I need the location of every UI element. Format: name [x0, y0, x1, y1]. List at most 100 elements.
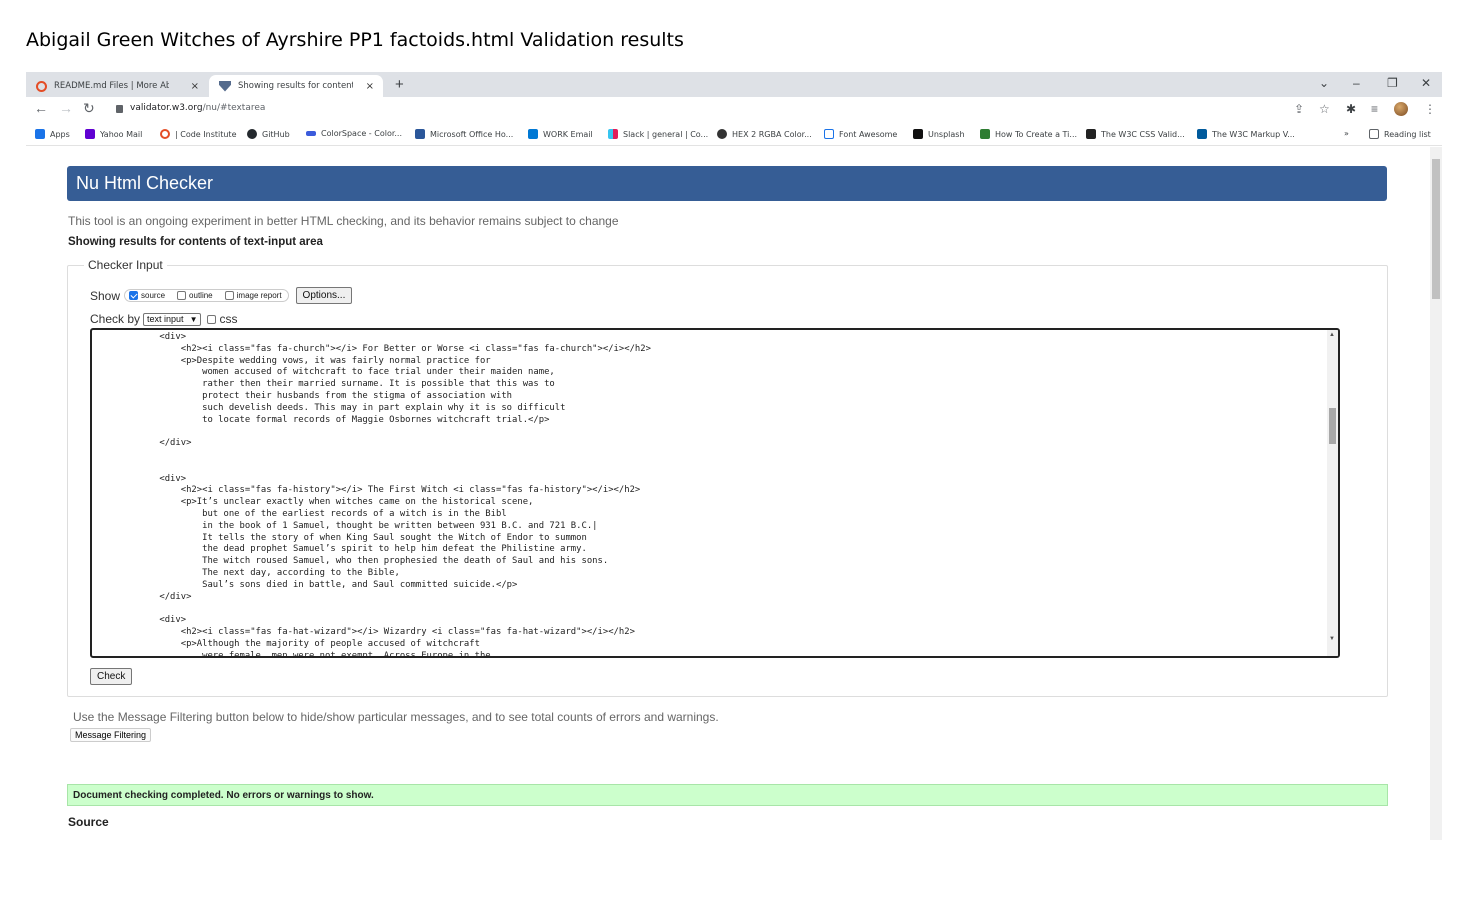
browser-window: README.md Files | More About C × Showing… — [26, 72, 1442, 840]
success-message: Document checking completed. No errors o… — [67, 784, 1388, 806]
show-options-row: Show source outline image report Options… — [90, 287, 353, 304]
bookmark-apps[interactable]: Apps — [35, 129, 70, 139]
page-scroll-thumb[interactable] — [1432, 159, 1440, 299]
bookmark-label: Unsplash — [928, 129, 965, 139]
message-filtering-button[interactable]: Message Filtering — [70, 728, 152, 742]
bookmark-colorspace[interactable]: ColorSpace - Color... — [306, 129, 402, 138]
bookmark-label: ColorSpace - Color... — [321, 129, 403, 138]
bookmark-label: | Code Institute — [175, 129, 237, 139]
bookmark-font-awesome[interactable]: Font Awesome — [824, 129, 897, 139]
source-code[interactable]: <div> <h2><i class="fas fa-church"></i> … — [92, 330, 1338, 656]
show-image-report-option[interactable]: image report — [224, 291, 282, 300]
bookmark-label: Slack | general | Co... — [623, 129, 709, 139]
page-content: Nu Html Checker This tool is an ongoing … — [26, 147, 1442, 840]
tab-search-chevron-icon[interactable]: ⌄ — [1319, 76, 1329, 90]
scroll-down-icon[interactable]: ▼ — [1329, 636, 1335, 642]
intro-text: This tool is an ongoing experiment in be… — [68, 214, 619, 228]
fieldset-legend: Checker Input — [84, 258, 167, 272]
bookmark-unsplash[interactable]: Unsplash — [913, 129, 965, 139]
bookmark-github[interactable]: GitHub — [247, 129, 290, 139]
share-icon[interactable]: ⇪ — [1294, 102, 1304, 116]
textarea-scrollbar[interactable]: ▲ ▼ — [1327, 330, 1338, 656]
close-window-button[interactable]: ✕ — [1421, 76, 1431, 90]
bookmark-label: Apps — [50, 129, 70, 139]
font-awesome-flag-icon — [824, 129, 834, 139]
bookmark-label: The W3C CSS Valid... — [1101, 129, 1185, 139]
reading-list-button[interactable]: Reading list — [1369, 129, 1431, 139]
scroll-up-icon[interactable]: ▲ — [1329, 332, 1335, 338]
bookmark-w3c-markup[interactable]: The W3C Markup V... — [1197, 129, 1295, 139]
code-institute-icon — [160, 129, 170, 139]
bookmark-w3c-css[interactable]: The W3C CSS Valid... — [1086, 129, 1185, 139]
bookmark-how-to-create[interactable]: How To Create a Ti... — [980, 129, 1077, 139]
outline-checkbox[interactable] — [177, 291, 187, 300]
reload-button[interactable]: ↻ — [83, 100, 95, 117]
show-source-option[interactable]: source — [129, 291, 165, 300]
colorspace-icon — [306, 131, 316, 136]
check-button[interactable]: Check — [90, 668, 133, 685]
hex-rgba-icon — [717, 129, 727, 139]
bookmark-microsoft-office[interactable]: Microsoft Office Ho... — [415, 129, 513, 139]
bookmark-work-email[interactable]: WORK Email — [528, 129, 593, 139]
reading-list-icon — [1369, 129, 1379, 139]
bookmark-label: The W3C Markup V... — [1212, 129, 1295, 139]
bookmark-label: HEX 2 RGBA Color... — [732, 129, 812, 139]
image-report-checkbox[interactable] — [224, 291, 234, 300]
back-button[interactable]: ← — [34, 100, 48, 116]
tab-readme[interactable]: README.md Files | More About C × — [26, 75, 208, 97]
office-icon — [415, 129, 425, 139]
bookmark-label: Font Awesome — [839, 129, 898, 139]
show-options-group: source outline image report — [124, 289, 289, 302]
w3-icon — [1197, 129, 1207, 139]
source-textarea[interactable]: <div> <h2><i class="fas fa-church"></i> … — [90, 328, 1340, 658]
option-label: image report — [236, 291, 282, 300]
textarea-scroll-thumb[interactable] — [1329, 408, 1336, 444]
show-outline-option[interactable]: outline — [177, 291, 213, 300]
css-label: css — [219, 312, 238, 326]
mail-icon — [85, 129, 95, 139]
document-title: Abigail Green Witches of Ayrshire PP1 fa… — [26, 29, 684, 51]
tab-validator[interactable]: Showing results for contents of t × — [209, 75, 383, 97]
check-by-row: Check by text input ▼ css — [90, 312, 237, 326]
url-path: /nu/#textarea — [202, 103, 266, 113]
address-bar[interactable]: validator.w3.org/nu/#textarea — [130, 103, 265, 113]
checker-input-fieldset: Checker Input Show source outline image … — [67, 258, 1388, 697]
page-scrollbar[interactable] — [1430, 147, 1442, 840]
css-checkbox[interactable] — [207, 314, 217, 324]
select-value: text input — [147, 314, 184, 324]
bookmarks-bar: Apps Yahoo Mail | Code Institute GitHub … — [26, 122, 1442, 146]
source-checkbox[interactable] — [129, 291, 139, 300]
code-institute-icon — [36, 80, 47, 92]
tab-title: Showing results for contents of t — [238, 81, 353, 91]
options-button[interactable]: Options... — [295, 287, 353, 304]
close-icon[interactable]: × — [191, 81, 199, 92]
restore-button[interactable]: ❐ — [1387, 76, 1398, 90]
bookmark-slack[interactable]: Slack | general | Co... — [608, 129, 708, 139]
bookmarks-more-button[interactable]: » — [1344, 129, 1349, 138]
show-label: Show — [90, 288, 121, 303]
extensions-icon[interactable]: ✱ — [1346, 102, 1356, 116]
bookmark-star-icon[interactable]: ☆ — [1319, 102, 1330, 116]
minimize-button[interactable]: – — [1353, 76, 1360, 90]
forward-button[interactable]: → — [59, 100, 73, 116]
reading-queue-icon[interactable]: ≡ — [1371, 102, 1378, 116]
option-label: outline — [189, 291, 213, 300]
close-icon[interactable]: × — [366, 81, 374, 92]
source-heading: Source — [68, 815, 109, 829]
bookmark-label: How To Create a Ti... — [995, 129, 1078, 139]
tab-strip: README.md Files | More About C × Showing… — [26, 72, 1442, 97]
url-host: validator.w3.org — [130, 103, 203, 113]
bookmark-yahoo-mail[interactable]: Yahoo Mail — [85, 129, 142, 139]
apps-grid-icon — [35, 129, 45, 139]
avatar[interactable] — [1394, 102, 1408, 116]
bookmark-code-institute[interactable]: | Code Institute — [160, 129, 236, 139]
menu-icon[interactable]: ⋮ — [1424, 102, 1436, 116]
browser-toolbar: ← → ↻ validator.w3.org/nu/#textarea ⇪ ☆ … — [26, 97, 1442, 122]
unsplash-icon — [913, 129, 923, 139]
tab-title: README.md Files | More About C — [54, 81, 169, 91]
new-tab-button[interactable]: + — [395, 76, 404, 93]
chevron-down-icon: ▼ — [189, 314, 198, 324]
bookmark-label: WORK Email — [543, 129, 593, 139]
bookmark-hex2rgba[interactable]: HEX 2 RGBA Color... — [717, 129, 812, 139]
check-by-select[interactable]: text input ▼ — [143, 312, 202, 326]
